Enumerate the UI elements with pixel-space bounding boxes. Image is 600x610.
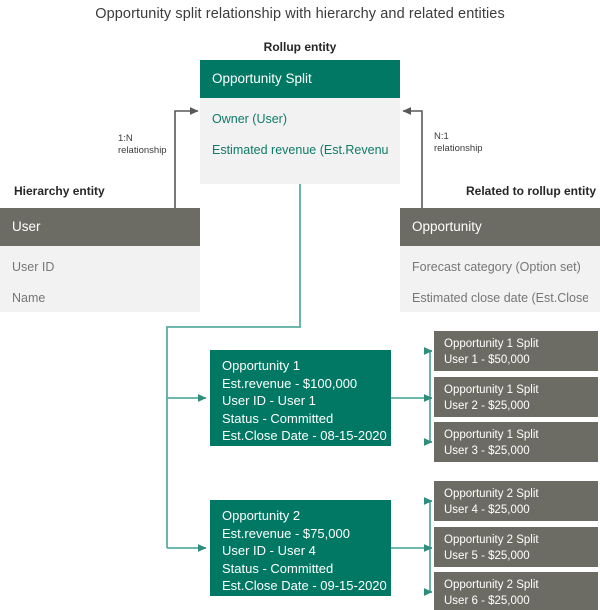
split-detail: User 2 - $25,000	[444, 400, 530, 412]
split-title: Opportunity 2 Split	[444, 534, 539, 546]
entity-fields-user: User ID Name	[0, 246, 200, 312]
entity-field: Owner (User)	[212, 112, 288, 126]
opportunity-instance-card-1[interactable]: Opportunity 1 Est.revenue - $100,000 Use…	[210, 350, 391, 446]
opportunity-line: Est.revenue - $100,000	[222, 375, 358, 391]
entity-header-opportunity: Opportunity	[400, 208, 600, 246]
opportunity-line: Opportunity 1	[222, 358, 301, 373]
opportunity-line: Est.Close Date - 09-15-2020	[222, 578, 387, 594]
entity-card-opportunity-split[interactable]: Opportunity Split Owner (User) Estimated…	[200, 60, 400, 184]
entity-field: Name	[12, 291, 46, 305]
entity-fields-opportunity-split: Owner (User) Estimated revenue (Est.Reve…	[200, 98, 400, 184]
opportunity-line: Opportunity 2	[222, 508, 301, 523]
entity-card-opportunity[interactable]: Opportunity Forecast category (Option se…	[400, 208, 600, 312]
section-label-related: Related to rollup entity	[465, 184, 596, 198]
section-label-rollup: Rollup entity	[263, 40, 337, 54]
relationship-cardinality: 1:N	[118, 133, 133, 144]
page-title: Opportunity split relationship with hier…	[95, 6, 505, 22]
entity-card-user[interactable]: User User ID Name	[0, 208, 200, 312]
split-title: Opportunity 2 Split	[444, 579, 539, 591]
split-card[interactable]: Opportunity 1 Split User 1 - $50,000	[434, 331, 598, 371]
split-title: Opportunity 1 Split	[444, 429, 539, 441]
entity-field: Estimated revenue (Est.Revenue)	[212, 143, 388, 157]
relationship-label-right: N:1 relationship	[434, 131, 483, 155]
split-detail: User 5 - $25,000	[444, 550, 530, 562]
split-detail: User 4 - $25,000	[444, 504, 530, 516]
entity-fields-opportunity: Forecast category (Option set) Estimated…	[400, 246, 600, 312]
relationship-word: relationship	[434, 143, 483, 154]
split-title: Opportunity 1 Split	[444, 338, 539, 350]
opportunity-line: User ID - User 1	[222, 393, 316, 409]
split-card[interactable]: Opportunity 1 Split User 2 - $25,000	[434, 377, 598, 417]
split-detail: User 6 - $25,000	[444, 595, 530, 607]
opportunity-line: Status - Committed	[222, 410, 334, 426]
split-card[interactable]: Opportunity 2 Split User 5 - $25,000	[434, 527, 598, 567]
split-detail: User 1 - $50,000	[444, 354, 530, 366]
entity-field: Forecast category (Option set)	[412, 260, 581, 274]
split-title: Opportunity 1 Split	[444, 384, 539, 396]
opportunity-line: User ID - User 4	[222, 543, 316, 559]
split-card[interactable]: Opportunity 1 Split User 3 - $25,000	[434, 422, 598, 462]
entity-field: Estimated close date (Est.Close Date)	[412, 291, 588, 305]
split-card[interactable]: Opportunity 2 Split User 6 - $25,000	[434, 572, 598, 610]
opportunity-line: Est.Close Date - 08-15-2020	[222, 428, 387, 444]
relationship-cardinality: N:1	[434, 131, 449, 142]
split-card[interactable]: Opportunity 2 Split User 4 - $25,000	[434, 481, 598, 521]
split-detail: User 3 - $25,000	[444, 445, 530, 457]
opportunity-line: Est.revenue - $75,000	[222, 525, 350, 541]
entity-field: User ID	[12, 260, 55, 274]
section-label-hierarchy: Hierarchy entity	[14, 184, 105, 198]
opportunity-line: Status - Committed	[222, 560, 334, 576]
opportunity-instance-card-2[interactable]: Opportunity 2 Est.revenue - $75,000 User…	[210, 500, 391, 596]
entity-header-opportunity-split: Opportunity Split	[200, 60, 400, 98]
relationship-word: relationship	[118, 145, 167, 156]
entity-header-user: User	[0, 208, 200, 246]
split-title: Opportunity 2 Split	[444, 488, 539, 500]
diagram-canvas: Opportunity Split : 1:N --> Opportunity …	[0, 0, 600, 610]
content-layer: Opportunity split relationship with hier…	[0, 0, 600, 610]
relationship-label-left: 1:N relationship	[118, 133, 167, 157]
